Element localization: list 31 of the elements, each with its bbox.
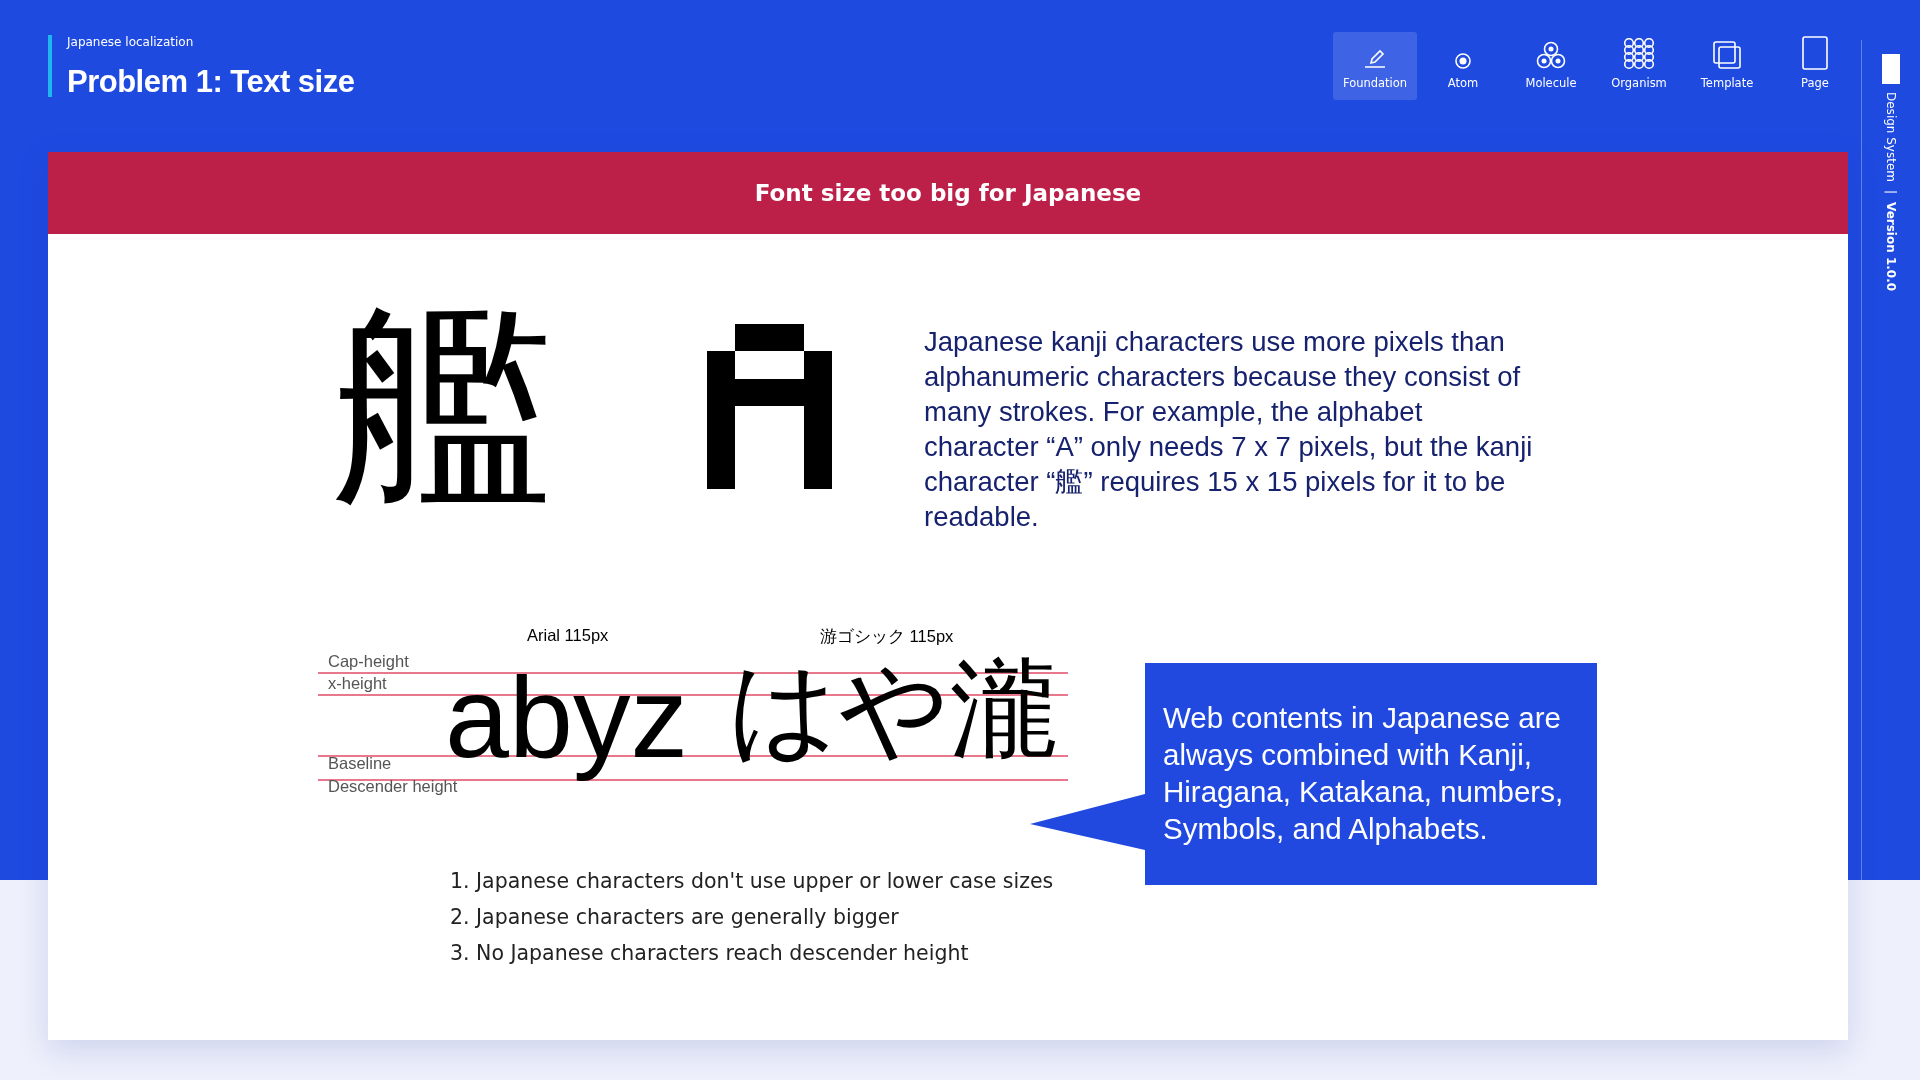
circle-dot-icon — [1454, 52, 1473, 70]
nav-tab[interactable]: Organism — [1597, 32, 1682, 100]
font-label: 游ゴシック 115px — [820, 626, 954, 647]
version-label: Version 1.0.0 — [1884, 202, 1898, 292]
nav-tab[interactable]: Atom — [1421, 32, 1506, 100]
nav-tab[interactable]: Foundation — [1333, 32, 1418, 100]
list-point: 1. Japanese characters don't use upper or lower case sizes — [450, 869, 1055, 893]
page-subtitle: Japanese localization — [67, 35, 195, 49]
japanese-sample: はや瀧 — [728, 650, 1058, 769]
nav-tab[interactable]: Molecule — [1509, 32, 1594, 100]
callout-box: Web contents in Japanese are always combined with Kanji, Hiragana, Katakana, numbers, Symbols, and Alphabets. — [1145, 663, 1597, 885]
font-label: Arial 115px — [527, 626, 609, 645]
list-point: 3. No Japanese characters reach descender height — [450, 941, 970, 965]
description-text: Japanese kanji characters use more pixels than alphanumeric characters because they consist of many strokes. For example, the alphabet character “A” only needs 7 x 7 pixels, but the kanji character “艦” requires 15 x 15 pixels for it to be readable. — [924, 325, 1534, 534]
list-point: 2. Japanese characters are generally bigger — [450, 905, 900, 929]
three-circles-icon — [1535, 40, 1568, 70]
kanji-example: 艦 — [333, 296, 554, 516]
sidebar-separator: | — [1884, 190, 1898, 195]
page-icon — [1802, 36, 1829, 70]
guide-label: Descender height — [328, 777, 458, 796]
stacked-squares-icon — [1712, 40, 1743, 70]
guide-label: Baseline — [328, 754, 392, 773]
nav-tab[interactable]: Template — [1685, 32, 1770, 100]
guide-label: Cap-height — [328, 652, 409, 671]
sidebar-marker — [1882, 54, 1900, 84]
circle-grid-icon — [1623, 38, 1656, 70]
guide-label: x-height — [328, 674, 387, 693]
warning-banner: Font size too big for Japanese — [48, 152, 1848, 234]
sidebar-label: Design System — [1884, 92, 1898, 182]
page-title: Problem 1: Text size — [67, 66, 355, 97]
nav-tab[interactable]: Page — [1773, 32, 1858, 100]
